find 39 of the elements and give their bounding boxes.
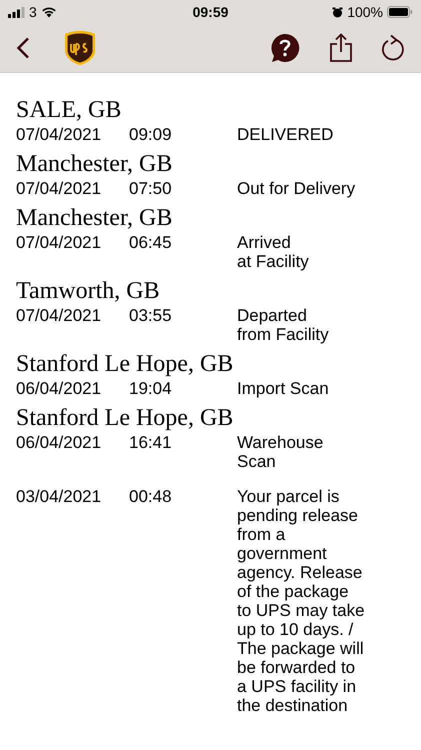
event-location: SALE, GB: [16, 96, 122, 125]
event-status: Your parcel is pending release from a government agency. Release of the package to UPS may take up to 10 days. / The package will be forwarded to a UPS facility in the destination: [237, 487, 366, 715]
alarm-icon: [332, 6, 344, 18]
event-time: 07:50: [129, 179, 173, 198]
share-icon: [329, 33, 353, 63]
clock-time: 09:59: [192, 2, 228, 22]
event-time: 16:41: [129, 433, 173, 454]
back-chevron-icon: [16, 37, 30, 59]
event-time: 03:55: [129, 306, 173, 327]
event-date: 07/04/2021: [16, 306, 102, 327]
event-location: Stanford Le Hope, GB: [16, 350, 234, 379]
event-location: Tamworth, GB: [16, 277, 161, 306]
event-status: DELIVERED: [237, 125, 334, 144]
event-location: Manchester, GB: [16, 204, 174, 233]
event-time: 09:09: [129, 125, 173, 144]
event-status: Out for Delivery: [237, 179, 356, 198]
event-status: Import Scan: [237, 379, 330, 398]
carrier-name: 3: [29, 2, 37, 22]
event-status: Departed from Facility: [237, 306, 330, 344]
event-location: Manchester, GB: [16, 150, 174, 179]
event-date: 07/04/2021: [16, 179, 102, 198]
event-status: Warehouse Scan: [237, 433, 324, 471]
event-date: 06/04/2021: [16, 433, 102, 454]
event-location: Stanford Le Hope, GB: [16, 404, 234, 433]
signal-icon: [8, 6, 25, 18]
event-date: 06/04/2021: [16, 379, 102, 398]
battery-icon: [387, 6, 413, 18]
event-date: 03/04/2021: [16, 487, 102, 508]
event-date: 07/04/2021: [16, 233, 102, 254]
refresh-icon: [380, 34, 406, 62]
help-icon: [270, 33, 300, 63]
event-status: Arrived at Facility: [237, 233, 310, 271]
event-time: 00:48: [129, 487, 173, 508]
battery-percent: 100%: [347, 2, 383, 22]
event-date: 07/04/2021: [16, 125, 102, 144]
shield-logo-icon: [64, 30, 96, 66]
event-time: 19:04: [129, 379, 173, 398]
event-time: 06:45: [129, 233, 173, 254]
wifi-icon: [40, 6, 57, 18]
